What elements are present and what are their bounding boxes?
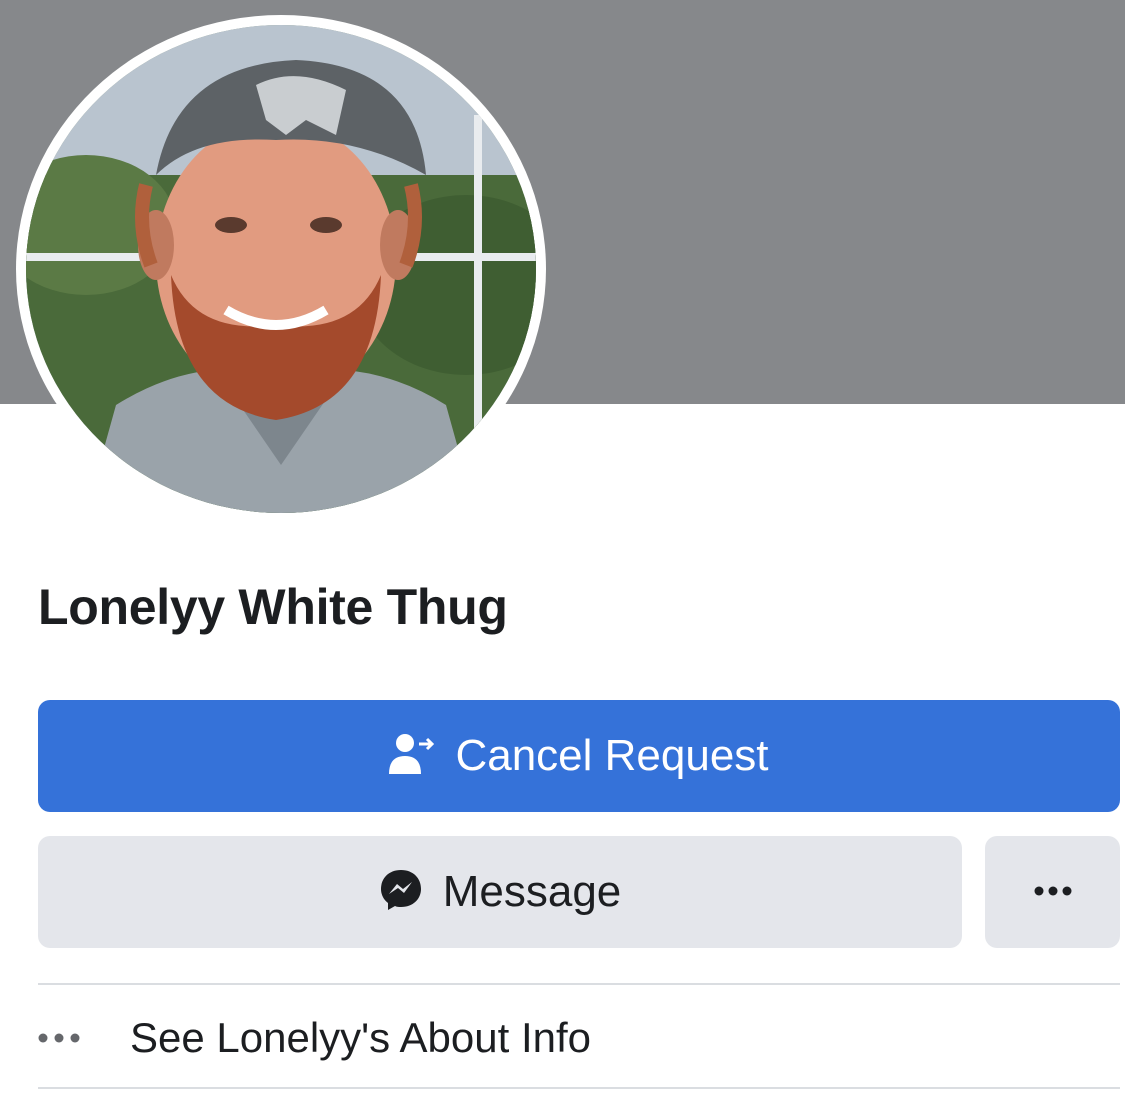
profile-name: Lonelyy White Thug	[38, 579, 508, 635]
profile-photo	[26, 25, 536, 513]
cancel-request-button[interactable]: Cancel Request	[38, 700, 1120, 812]
about-info-label: See Lonelyy's About Info	[130, 1014, 592, 1061]
messenger-icon	[379, 868, 423, 917]
person-arrow-icon	[389, 732, 435, 781]
more-options-button[interactable]	[985, 836, 1120, 948]
cancel-request-label: Cancel Request	[455, 731, 769, 780]
avatar[interactable]	[26, 25, 536, 513]
divider	[38, 983, 1120, 985]
more-dots-icon	[38, 1033, 98, 1043]
message-button[interactable]: Message	[38, 836, 962, 948]
divider	[38, 1087, 1120, 1089]
message-label: Message	[442, 867, 622, 916]
see-about-info-link[interactable]: See Lonelyy's About Info	[38, 990, 1120, 1086]
more-dots-icon	[1034, 883, 1072, 901]
profile-page: Lonelyy White Thug Cancel Request Messag…	[0, 0, 1125, 1095]
